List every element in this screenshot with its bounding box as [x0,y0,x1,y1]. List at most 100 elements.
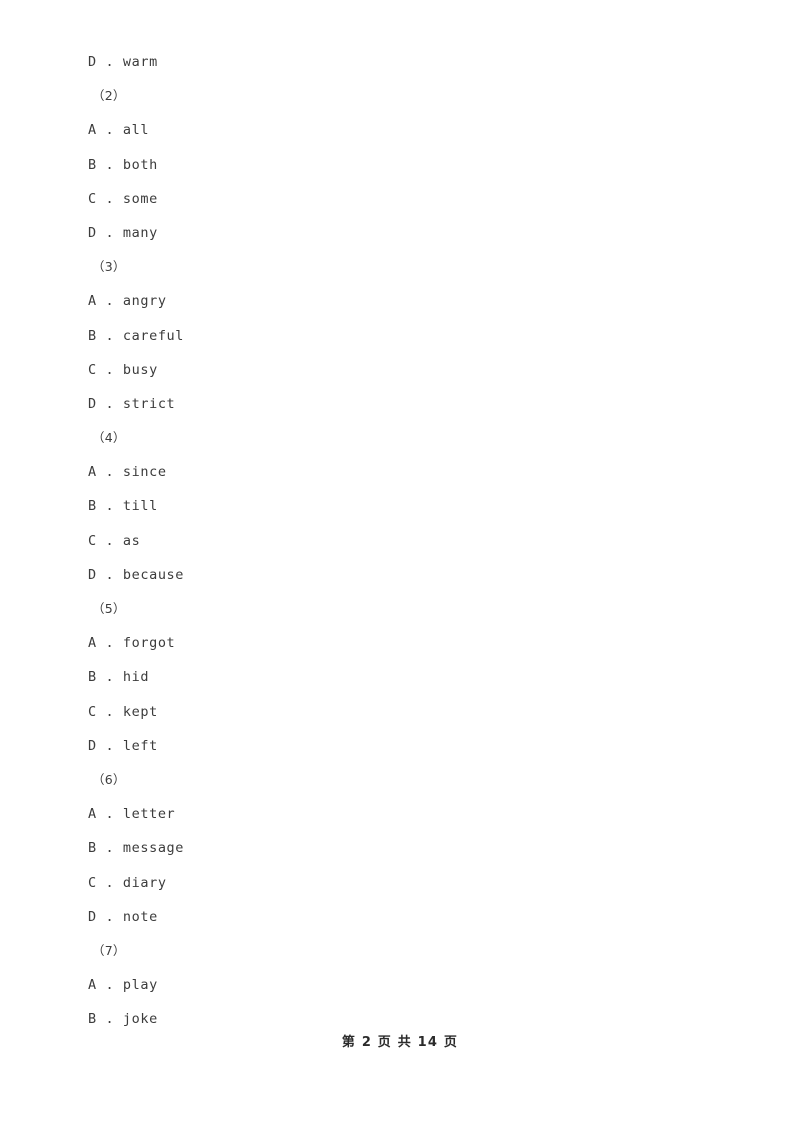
option-separator: . [96,464,123,481]
answer-option: C . busy [0,353,800,387]
option-text: till [122,498,158,515]
option-separator: . [96,327,123,344]
option-text: both [122,156,158,173]
option-text: since [122,464,167,481]
option-letter: C [88,532,97,549]
answer-option: A . play [0,968,800,1002]
option-separator: . [96,1011,123,1028]
option-separator: . [96,703,123,720]
option-letter: A [88,464,97,481]
option-letter: A [88,293,97,310]
answer-option: A . letter [0,797,800,831]
option-text: because [122,566,185,583]
option-separator: . [96,635,123,652]
question-number-label: （7） [92,942,126,958]
option-letter: B [88,498,97,515]
option-separator: . [96,532,123,549]
question-number: （3） [0,250,800,284]
document-page: D . warm （2） A . all B . both C . some D . ma… [0,0,800,1132]
option-separator: . [96,908,123,925]
option-letter: D [88,737,97,754]
option-separator: . [96,840,123,857]
option-text: kept [122,703,158,720]
option-text: all [122,122,150,139]
option-letter: D [88,395,97,412]
option-separator: . [96,395,123,412]
option-separator: . [96,498,123,515]
option-separator: . [96,737,123,754]
answer-option: B . careful [0,319,800,353]
option-separator: . [96,122,123,139]
option-text: letter [122,806,176,823]
option-letter: A [88,977,97,994]
option-text: hid [122,669,150,686]
answer-option: D . warm [0,45,800,79]
option-text: warm [122,54,158,70]
option-separator: . [96,224,123,241]
option-letter: D [88,908,97,925]
option-separator: . [96,566,123,583]
answer-option: B . message [0,831,800,865]
option-text: angry [122,293,167,310]
answer-option: D . strict [0,387,800,421]
question-number-label: （2） [92,88,126,104]
answer-option: B . hid [0,660,800,694]
option-letter: A [88,122,97,139]
option-letter: A [88,806,97,823]
option-letter: D [88,224,97,241]
option-text: some [122,190,158,207]
option-separator: . [96,190,123,207]
answer-option: C . as [0,524,800,558]
option-letter: C [88,703,97,720]
option-separator: . [96,669,123,686]
answer-option: A . angry [0,284,800,318]
option-text: strict [122,395,176,412]
question-number-label: （3） [92,259,126,275]
option-separator: . [96,806,123,823]
option-letter: D [88,54,97,70]
answer-option: C . some [0,182,800,216]
page-content: D . warm （2） A . all B . both C . some D . ma… [0,0,800,1036]
answer-option: C . diary [0,866,800,900]
option-letter: B [88,327,97,344]
option-text: forgot [122,635,176,652]
question-number: （2） [0,79,800,113]
option-separator: . [96,874,123,891]
option-text: diary [122,874,167,891]
answer-option: D . note [0,900,800,934]
option-letter: B [88,669,97,686]
option-letter: C [88,190,97,207]
answer-option: D . many [0,216,800,250]
answer-option: B . till [0,489,800,523]
answer-option: A . since [0,455,800,489]
answer-option: A . all [0,113,800,147]
option-text: many [122,224,158,241]
page-footer: 第 2 页 共 14 页 [341,1035,459,1050]
question-number: （6） [0,763,800,797]
answer-option: B . both [0,148,800,182]
option-separator: . [96,54,123,70]
option-separator: . [96,156,123,173]
option-letter: C [88,874,97,891]
answer-option: A . forgot [0,626,800,660]
question-number: （7） [0,934,800,968]
option-text: left [122,737,158,754]
question-number-label: （4） [92,430,126,446]
option-letter: D [88,566,97,583]
option-text: busy [122,361,158,378]
option-separator: . [96,977,123,994]
answer-option: D . left [0,729,800,763]
option-letter: B [88,156,97,173]
question-number: （5） [0,592,800,626]
answer-option: C . kept [0,695,800,729]
option-letter: A [88,635,97,652]
option-text: play [122,977,158,994]
option-letter: B [88,1011,97,1028]
option-letter: C [88,361,97,378]
option-text: message [122,840,185,857]
option-text: note [122,908,158,925]
option-text: joke [122,1011,158,1028]
option-text: careful [122,327,185,344]
question-number: （4） [0,421,800,455]
option-text: as [122,532,141,549]
